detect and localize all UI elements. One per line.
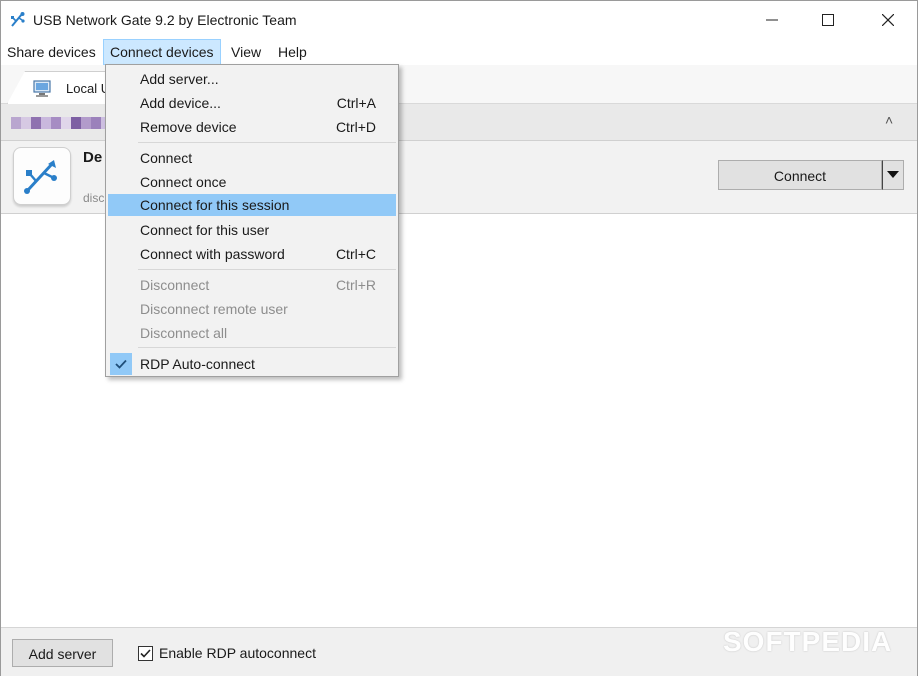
close-button[interactable]	[859, 1, 917, 39]
menu-connect-devices[interactable]: Connect devices	[103, 39, 221, 65]
bottom-toolbar: Add server Enable RDP autoconnect SOFTPE…	[1, 626, 917, 676]
close-icon	[882, 14, 894, 26]
connect-devices-menu: Add server... Add device... Ctrl+A Remov…	[105, 64, 399, 377]
menu-item-label: Disconnect all	[140, 325, 228, 341]
menu-item-label: Disconnect remote user	[140, 301, 288, 317]
usb-icon	[13, 147, 71, 205]
menu-item-connect[interactable]: Connect	[108, 147, 396, 169]
menu-item-connect-for-this-user[interactable]: Connect for this user	[108, 219, 396, 241]
device-status: disc	[83, 191, 105, 205]
menu-item-shortcut: Ctrl+R	[335, 277, 376, 293]
softpedia-watermark: SOFTPEDIA	[723, 626, 893, 657]
tab-local-label: Local U	[66, 81, 111, 96]
menu-item-label: Add server...	[140, 71, 219, 87]
menu-separator	[138, 269, 396, 270]
menu-item-disconnect-remote-user: Disconnect remote user	[108, 298, 396, 320]
menu-item-connect-with-password[interactable]: Connect with password Ctrl+C	[108, 243, 396, 265]
menu-item-connect-for-this-session[interactable]: Connect for this session	[108, 194, 396, 216]
menu-separator	[138, 142, 396, 143]
connect-dropdown-button[interactable]	[882, 160, 904, 190]
menu-item-disconnect-all: Disconnect all	[108, 322, 396, 344]
menu-share-devices[interactable]: Share devices	[1, 40, 102, 64]
menu-item-shortcut: Ctrl+D	[335, 119, 376, 135]
menu-item-label: Connect	[140, 150, 193, 166]
minimize-icon	[766, 19, 778, 21]
menu-item-label: Connect with password	[140, 246, 285, 262]
menu-item-label: Add device...	[140, 95, 221, 111]
menu-item-label: Disconnect	[140, 277, 210, 293]
caret-down-icon	[887, 171, 899, 178]
menu-item-add-server[interactable]: Add server...	[108, 68, 396, 90]
tab-local[interactable]: Local U	[7, 71, 119, 104]
menu-item-label: Remove device	[140, 119, 237, 135]
menu-item-label: Connect once	[140, 174, 227, 190]
menu-item-shortcut: Ctrl+A	[336, 95, 376, 111]
maximize-button[interactable]	[799, 1, 857, 39]
menu-item-remove-device[interactable]: Remove device Ctrl+D	[108, 116, 396, 138]
maximize-icon	[822, 14, 834, 26]
menu-separator	[138, 347, 396, 348]
connect-button[interactable]: Connect	[718, 160, 882, 190]
chevron-up-icon[interactable]: ˄	[885, 112, 893, 128]
menu-item-disconnect: Disconnect Ctrl+R	[108, 274, 396, 296]
usb-app-icon	[11, 12, 25, 27]
title-bar: USB Network Gate 9.2 by Electronic Team	[1, 1, 917, 39]
menu-item-connect-once[interactable]: Connect once	[108, 171, 396, 193]
minimize-button[interactable]	[743, 1, 801, 39]
menu-item-label: RDP Auto-connect	[140, 356, 255, 372]
menu-bar: Share devices Connect devices View Help	[1, 39, 917, 65]
checkmark-icon	[140, 649, 151, 658]
menu-item-label: Connect for this user	[140, 222, 270, 238]
menu-view[interactable]: View	[225, 40, 267, 64]
menu-item-shortcut: Ctrl+C	[335, 246, 376, 262]
menu-item-label: Connect for this session	[140, 197, 290, 213]
monitor-icon	[33, 80, 51, 97]
obscured-server-name	[11, 117, 111, 129]
rdp-autoconnect-checkbox[interactable]	[138, 646, 153, 661]
app-window: USB Network Gate 9.2 by Electronic Team …	[0, 0, 918, 676]
menu-item-rdp-auto-connect[interactable]: RDP Auto-connect	[108, 353, 396, 375]
add-server-button[interactable]: Add server	[12, 639, 113, 667]
window-title: USB Network Gate 9.2 by Electronic Team	[33, 12, 297, 28]
menu-help[interactable]: Help	[272, 40, 313, 64]
device-name: De	[83, 149, 103, 166]
menu-item-add-device[interactable]: Add device... Ctrl+A	[108, 92, 396, 114]
checkmark-icon	[110, 353, 132, 375]
rdp-autoconnect-label[interactable]: Enable RDP autoconnect	[159, 645, 316, 661]
